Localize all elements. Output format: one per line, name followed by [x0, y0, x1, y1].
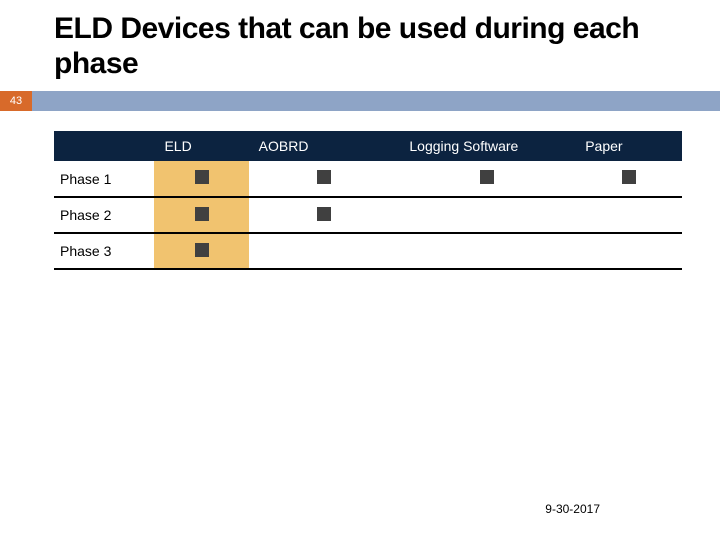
cell-phase1-paper: [575, 161, 682, 197]
slide-title: ELD Devices that can be used during each…: [0, 0, 720, 91]
square-icon: [622, 170, 636, 184]
cell-phase1-logging: [399, 161, 575, 197]
square-icon: [480, 170, 494, 184]
square-icon: [195, 170, 209, 184]
table-row: Phase 1: [54, 161, 682, 197]
cell-phase1-aobrd: [249, 161, 400, 197]
cell-phase2-paper: [575, 197, 682, 233]
table-row: Phase 3: [54, 233, 682, 269]
square-icon: [317, 170, 331, 184]
cell-phase2-eld: [154, 197, 248, 233]
cell-phase1-eld: [154, 161, 248, 197]
slide-number: 43: [0, 91, 32, 111]
table-row: Phase 2: [54, 197, 682, 233]
header-eld: ELD: [154, 131, 248, 161]
footer-date: 9-30-2017: [545, 502, 600, 516]
row-label-phase3: Phase 3: [54, 233, 154, 269]
header-band: 43: [0, 91, 720, 111]
header-blank: [54, 131, 154, 161]
square-icon: [317, 207, 331, 221]
header-logging: Logging Software: [399, 131, 575, 161]
table-header-row: ELD AOBRD Logging Software Paper: [54, 131, 682, 161]
square-icon: [195, 243, 209, 257]
cell-phase2-aobrd: [249, 197, 400, 233]
cell-phase3-eld: [154, 233, 248, 269]
square-icon: [195, 207, 209, 221]
device-table: ELD AOBRD Logging Software Paper Phase 1…: [54, 131, 682, 270]
cell-phase2-logging: [399, 197, 575, 233]
cell-phase3-paper: [575, 233, 682, 269]
band-fill: [32, 91, 720, 111]
row-label-phase1: Phase 1: [54, 161, 154, 197]
header-aobrd: AOBRD: [249, 131, 400, 161]
cell-phase3-logging: [399, 233, 575, 269]
cell-phase3-aobrd: [249, 233, 400, 269]
header-paper: Paper: [575, 131, 682, 161]
row-label-phase2: Phase 2: [54, 197, 154, 233]
